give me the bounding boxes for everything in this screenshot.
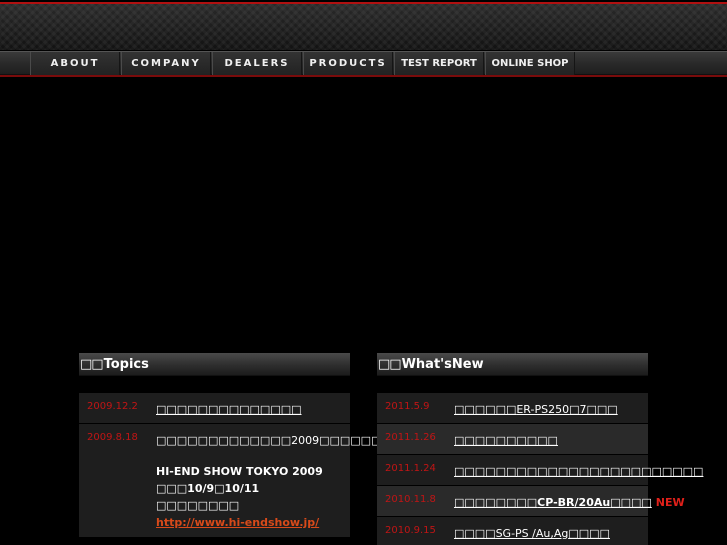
news-title-link[interactable]: □□□□SG-PS /Au,Ag□□□□ — [454, 527, 610, 540]
topic-external-link[interactable]: http://www.hi-endshow.jp/ — [156, 516, 319, 529]
news-date: 2011.1.26 — [385, 432, 436, 443]
topic-line: HI-END SHOW TOKYO 2009 — [156, 465, 323, 478]
news-title-link[interactable]: □□□□□□ER-PS250□7□□□ — [454, 403, 618, 416]
news-item: 2011.5.9 □□□□□□ER-PS250□7□□□ — [377, 393, 648, 424]
whatsnew-header-mark: □□ — [378, 356, 402, 372]
news-date: 2010.11.8 — [385, 494, 436, 505]
news-title-prefix: □□□□□□ — [454, 403, 517, 416]
new-badge: NEW — [655, 496, 685, 509]
nav-dealers[interactable]: DEALERS — [212, 52, 302, 75]
news-date: 2011.5.9 — [385, 401, 430, 412]
whatsnew-heading: What'sNew — [401, 356, 484, 372]
news-item: 2011.1.24 □□□□□□□□□□□□□□□□□□□□□□□□ — [377, 455, 703, 486]
news-date: 2011.1.24 — [385, 463, 436, 474]
news-title-link[interactable]: □□□□□□□□CP-BR/20Au□□□□ — [454, 496, 652, 509]
topic-date: 2009.8.18 — [87, 432, 138, 443]
header-banner — [0, 4, 727, 50]
nav-products[interactable]: PRODUCTS — [303, 52, 393, 75]
topic-line: □□□□□□□□ — [156, 499, 240, 512]
whatsnew-section: □□ What'sNew 2011.5.9 □□□□□□ER-PS250□7□□… — [377, 353, 703, 545]
topic-date: 2009.12.2 — [87, 401, 138, 412]
topics-header: □□ Topics — [79, 353, 350, 376]
main-nav: ABOUT COMPANY DEALERS PRODUCTS TEST REPO… — [0, 51, 727, 75]
news-title-suffix: □□□□ — [568, 527, 610, 540]
whatsnew-header: □□ What'sNew — [377, 353, 648, 376]
nav-red-line — [0, 75, 727, 77]
topics-heading: Topics — [103, 356, 149, 372]
topic-title-link[interactable]: □□□□□□□□□□□□□□ — [156, 403, 302, 416]
nav-test-report[interactable]: TEST REPORT — [394, 52, 484, 75]
topics-header-mark: □□ — [80, 356, 104, 372]
news-title-link[interactable]: □□□□□□□□□□ — [454, 434, 558, 447]
news-title-prefix: □□□□□□□□ — [454, 496, 538, 509]
topic-title: □□□□□□□□□□□□□2009□□□□□□ — [156, 434, 382, 447]
nav-company[interactable]: COMPANY — [121, 52, 211, 75]
news-item: 2011.1.26 □□□□□□□□□□ — [377, 424, 648, 455]
news-title-code: CP-BR/20Au — [537, 496, 611, 509]
news-title-suffix: □□□□ — [610, 496, 652, 509]
topic-item: 2009.12.2 □□□□□□□□□□□□□□ — [79, 393, 350, 424]
news-title-link[interactable]: □□□□□□□□□□□□□□□□□□□□□□□□ — [454, 465, 703, 478]
news-title-suffix: □7□□□ — [569, 403, 618, 416]
topics-section: □□ Topics 2009.12.2 □□□□□□□□□□□□□□ 2009.… — [79, 353, 381, 538]
news-item: 2010.9.15 □□□□SG-PS /Au,Ag□□□□ — [377, 517, 648, 545]
news-title-code: SG-PS /Au,Ag — [495, 527, 569, 540]
news-item: 2010.11.8 □□□□□□□□CP-BR/20Au□□□□ NEW — [377, 486, 685, 517]
nav-about[interactable]: ABOUT — [30, 52, 120, 75]
topic-line: □□□10/9□10/11 — [156, 482, 260, 495]
news-title-code: ER-PS250 — [516, 403, 570, 416]
nav-online-shop[interactable]: ONLINE SHOP — [485, 52, 575, 75]
news-title-prefix: □□□□ — [454, 527, 496, 540]
news-date: 2010.9.15 — [385, 525, 436, 536]
topic-item: 2009.8.18 □□□□□□□□□□□□□2009□□□□□□ HI-END… — [79, 424, 381, 538]
